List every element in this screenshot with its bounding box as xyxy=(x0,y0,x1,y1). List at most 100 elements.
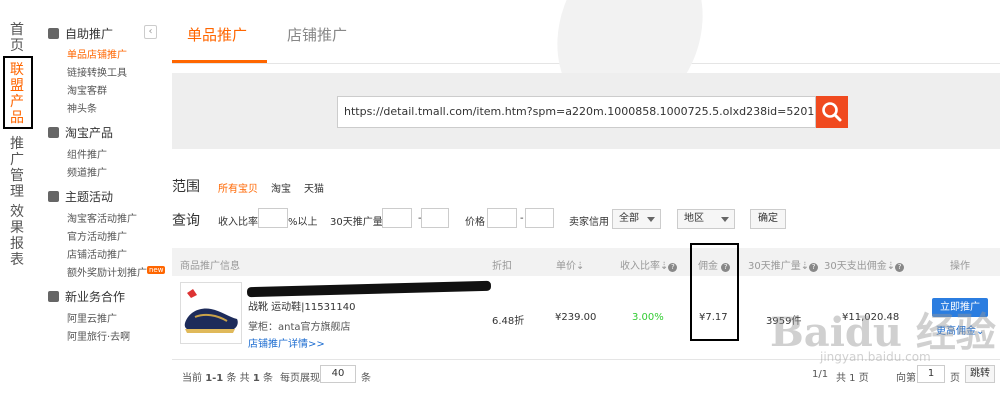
shop-promotion-link[interactable]: 店铺推广详情>> xyxy=(248,335,325,350)
tab-single-promotion[interactable]: 单品推广 xyxy=(187,24,247,45)
tab-bar: 单品推广 店铺推广 xyxy=(172,0,1000,139)
col-price[interactable]: 单价⇣ xyxy=(556,257,584,272)
col-label: 30天支出佣金 xyxy=(824,261,887,272)
col-label: 30天推广量 xyxy=(748,261,801,272)
sidebar-item-taoke-group[interactable]: 淘宝客群 xyxy=(67,82,107,97)
puzzle-icon xyxy=(48,291,59,302)
search-band: https://detail.tmall.com/item.htm?spm=a2… xyxy=(172,73,1000,149)
taobao-icon xyxy=(48,127,59,138)
help-icon[interactable]: ? xyxy=(895,263,905,272)
sort-icon: ⇣ xyxy=(886,261,896,272)
group-new-business: 新业务合作 xyxy=(48,288,125,305)
help-icon[interactable]: ? xyxy=(668,263,678,272)
sort-icon: ⇣ xyxy=(576,261,585,272)
highlight-box xyxy=(3,56,33,129)
price-value: ¥239.00 xyxy=(555,312,597,323)
percent-above-label: %以上 xyxy=(288,217,318,228)
ratio-label: 收入比率 xyxy=(218,217,258,228)
sidebar-item-label: 额外奖励计划推广 xyxy=(67,268,147,279)
nav-promotion-management[interactable]: 推广管理 xyxy=(10,136,24,200)
select-value: 全部 xyxy=(619,213,639,224)
query-label: 查询 xyxy=(172,213,200,229)
sidebar-item-shop-activity[interactable]: 店铺活动推广 xyxy=(67,246,127,261)
collapse-sidebar-button[interactable]: ‹ xyxy=(144,25,157,39)
select-value: 地区 xyxy=(684,213,704,224)
help-icon[interactable]: ? xyxy=(809,263,819,272)
col-label: 单价 xyxy=(556,261,576,272)
search-icon xyxy=(822,102,842,122)
secondary-sidebar: 自助推广 单品店铺推广 链接转换工具 淘宝客群 神头条 淘宝产品 组件推广 频道… xyxy=(40,0,166,402)
chevron-down-icon xyxy=(721,217,729,222)
active-tab-indicator xyxy=(172,60,267,63)
tab-shop-promotion[interactable]: 店铺推广 xyxy=(287,24,347,45)
sidebar-item-taoke-activity[interactable]: 淘宝客活动推广 xyxy=(67,210,137,225)
price-label: 价格 xyxy=(465,217,485,228)
price-max-input[interactable] xyxy=(525,208,554,228)
sidebar-item-headline[interactable]: 神头条 xyxy=(67,100,97,115)
nav-home[interactable]: 首页 xyxy=(10,22,24,54)
price-min-input[interactable] xyxy=(487,208,517,228)
region-select[interactable]: 地区 xyxy=(677,209,735,229)
product-thumbnail[interactable] xyxy=(180,282,242,344)
ratio-input[interactable] xyxy=(258,208,288,228)
page-indicator: 1/1 xyxy=(812,369,829,380)
page-word: 页 xyxy=(950,373,960,384)
col-product-info: 商品推广信息 xyxy=(180,261,240,272)
col-ratio[interactable]: 收入比率⇣? xyxy=(620,257,678,272)
group-title: 主题活动 xyxy=(65,190,114,204)
table-header: 商品推广信息 折扣 单价⇣ 收入比率⇣? 佣金 ? 30天推广量⇣? 30天支出… xyxy=(172,248,1000,276)
scope-taobao[interactable]: 淘宝 xyxy=(271,180,291,195)
scope-all[interactable]: 所有宝贝 xyxy=(218,180,258,195)
shoe-image xyxy=(184,289,238,333)
group-theme-activities: 主题活动 xyxy=(48,188,113,205)
sort-icon: ⇣ xyxy=(800,261,810,272)
new-badge: new xyxy=(147,266,166,274)
group-title: 自助推广 xyxy=(65,27,114,41)
per-page-label: 每页展现 xyxy=(280,373,320,384)
discount-value: 6.48折 xyxy=(492,316,525,327)
col-sales[interactable]: 30天推广量⇣? xyxy=(748,257,819,272)
primary-nav: 首页 联盟产品 推广管理 效果报表 xyxy=(0,0,40,402)
ratio-value: 3.00% xyxy=(632,312,664,323)
seller-credit-label: 卖家信用 xyxy=(569,217,609,228)
label: 共 xyxy=(239,373,250,384)
sidebar-item-link-convert[interactable]: 链接转换工具 xyxy=(67,64,127,79)
sidebar-item-single-shop[interactable]: 单品店铺推广 xyxy=(67,46,127,61)
seller-credit-select[interactable]: 全部 xyxy=(612,209,661,229)
goto-label: 向第 xyxy=(896,373,916,384)
group-self-promotion: 自助推广 xyxy=(48,25,113,42)
jump-button[interactable]: 跳转 xyxy=(965,365,995,383)
label: 当前 xyxy=(182,373,202,384)
sidebar-item-alitrip[interactable]: 阿里旅行·去啊 xyxy=(67,328,130,343)
watermark-url: jingyan.baidu.com xyxy=(820,350,931,364)
confirm-button[interactable]: 确定 xyxy=(750,209,786,229)
group-title: 淘宝产品 xyxy=(65,126,114,140)
sales-label: 30天推广量 xyxy=(330,217,383,228)
search-input[interactable]: https://detail.tmall.com/item.htm?spm=a2… xyxy=(337,96,816,128)
range: 1-1 xyxy=(205,373,224,384)
total-pages: 共 1 页 xyxy=(836,373,869,384)
sidebar-item-aliyun[interactable]: 阿里云推广 xyxy=(67,310,117,325)
flag-icon xyxy=(48,191,59,202)
page-number-input[interactable]: 1 xyxy=(917,365,945,383)
sidebar-item-channel[interactable]: 频道推广 xyxy=(67,164,107,179)
shop-name: 掌柜：anta官方旗舰店 xyxy=(248,322,351,333)
search-button[interactable] xyxy=(816,96,848,128)
product-subtitle: 战靴 运动鞋|11531140 xyxy=(248,302,356,313)
sales-min-input[interactable] xyxy=(382,208,412,228)
col-paid-commission[interactable]: 30天支出佣金⇣? xyxy=(824,257,905,272)
sidebar-item-official-activity[interactable]: 官方活动推广 xyxy=(67,228,127,243)
current-range: 当前 1-1 条 共 1 条 xyxy=(182,369,273,384)
sidebar-item-extra-reward[interactable]: 额外奖励计划推广 new xyxy=(67,264,166,279)
per-page-input[interactable]: 40 xyxy=(320,365,356,383)
sidebar-item-component[interactable]: 组件推广 xyxy=(67,146,107,161)
nav-effect-report[interactable]: 效果报表 xyxy=(10,204,24,268)
highlight-box xyxy=(690,243,739,341)
label: 条 xyxy=(226,373,237,384)
col-discount: 折扣 xyxy=(492,261,512,272)
col-action: 操作 xyxy=(950,261,970,272)
pagination: 当前 1-1 条 共 1 条 每页展现 40 条 1/1 共 1 页 向第 1 … xyxy=(172,362,1000,388)
sort-icon: ⇣ xyxy=(660,261,669,272)
scope-tmall[interactable]: 天猫 xyxy=(304,180,324,195)
sales-max-input[interactable] xyxy=(421,208,449,228)
